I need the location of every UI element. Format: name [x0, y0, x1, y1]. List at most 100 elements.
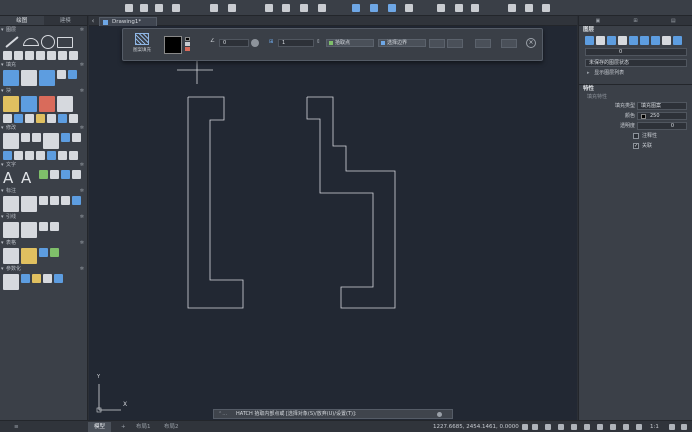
transparency-icon[interactable]	[251, 39, 259, 47]
edit-block-icon[interactable]	[39, 96, 55, 112]
gear-icon[interactable]: ✲	[80, 239, 84, 247]
recreate-boundary-button[interactable]	[447, 39, 463, 48]
collect-leader-icon[interactable]	[50, 222, 59, 231]
block-tool-icon[interactable]	[25, 114, 34, 123]
properties-icon[interactable]	[508, 4, 516, 12]
pattern-swap-icon[interactable]	[185, 47, 190, 51]
undo-icon[interactable]	[210, 4, 218, 12]
document-menu-icon[interactable]: ‹	[89, 17, 97, 25]
pick-points-button[interactable]: 拾取点	[326, 39, 374, 47]
section-header[interactable]: 图层 ✲	[0, 26, 87, 34]
select-boundary-button[interactable]: 选择边界	[378, 39, 426, 47]
line-icon[interactable]	[5, 36, 19, 48]
save-icon[interactable]	[155, 4, 163, 12]
scale-icon[interactable]	[72, 133, 81, 142]
workspace-icon[interactable]	[669, 424, 675, 430]
layer-tool-icon[interactable]	[662, 36, 671, 45]
hatch-options-button[interactable]	[475, 39, 491, 48]
attribute-icon[interactable]	[57, 96, 73, 112]
block-tool-icon[interactable]	[69, 114, 78, 123]
gear-icon[interactable]: ✲	[80, 87, 84, 95]
layer-tool-icon[interactable]	[607, 36, 616, 45]
section-header[interactable]: 填充 ✲	[0, 61, 87, 69]
otrack-icon[interactable]	[597, 424, 603, 430]
polar-icon[interactable]	[571, 424, 577, 430]
snap-icon[interactable]	[545, 424, 551, 430]
baseline-dimension-icon[interactable]	[61, 196, 70, 205]
dimension-style-icon[interactable]	[72, 196, 81, 205]
associative-checkbox[interactable]: ✓	[633, 143, 639, 149]
scale-spinner-icon[interactable]: ⇕	[316, 39, 321, 45]
redo-icon[interactable]	[228, 4, 236, 12]
circle-icon[interactable]	[41, 35, 55, 49]
multileader-icon[interactable]	[3, 222, 19, 238]
radius-dimension-icon[interactable]	[39, 196, 48, 205]
insert-block-icon[interactable]	[3, 96, 19, 112]
polygon-icon[interactable]	[36, 51, 45, 60]
checkbox-row-associative[interactable]: ✓ 关联	[579, 142, 692, 152]
tab-modeling[interactable]: 建模	[44, 16, 88, 25]
align-leader-icon[interactable]	[39, 222, 48, 231]
add-leader-icon[interactable]	[21, 222, 37, 238]
sheet-icon[interactable]	[352, 4, 360, 12]
transparency-toggle-icon[interactable]	[623, 424, 629, 430]
section-header[interactable]: 修改 ✲	[0, 124, 87, 132]
move-icon[interactable]	[3, 133, 19, 149]
dwf-icon[interactable]	[388, 4, 396, 12]
trim-icon[interactable]	[43, 133, 59, 149]
open-file-icon[interactable]	[140, 4, 148, 12]
new-file-icon[interactable]	[125, 4, 133, 12]
section-header[interactable]: 引线 ✲	[0, 213, 87, 221]
table-style-icon[interactable]	[21, 248, 37, 264]
layer-tool-icon[interactable]	[651, 36, 660, 45]
gear-icon[interactable]: ✲	[80, 26, 84, 34]
arc-icon[interactable]	[3, 51, 12, 60]
multiline-text-icon[interactable]: A	[3, 170, 19, 186]
gear-icon[interactable]: ✲	[80, 187, 84, 195]
aligned-dimension-icon[interactable]	[21, 196, 37, 212]
text-scale-icon[interactable]	[72, 170, 81, 179]
block-tool-icon[interactable]	[14, 114, 23, 123]
ortho-icon[interactable]	[558, 424, 564, 430]
wipeout-icon[interactable]	[68, 70, 77, 79]
print-icon[interactable]	[282, 4, 290, 12]
rectangle-icon[interactable]	[57, 37, 73, 48]
block-tool-icon[interactable]	[36, 114, 45, 123]
remove-boundary-button[interactable]	[429, 39, 445, 48]
angle-field[interactable]: 0	[219, 39, 249, 47]
gear-icon[interactable]: ✲	[80, 161, 84, 169]
polyline-icon[interactable]	[23, 38, 39, 46]
boundary-icon[interactable]	[39, 70, 55, 86]
copy-icon[interactable]	[21, 133, 30, 142]
layer-tool-icon[interactable]	[629, 36, 638, 45]
section-header[interactable]: 参数化 ✲	[0, 265, 87, 273]
table-icon[interactable]	[3, 248, 19, 264]
osnap-icon[interactable]	[584, 424, 590, 430]
constraint-icon[interactable]	[54, 274, 63, 283]
save-as-icon[interactable]	[172, 4, 180, 12]
hatch-properties-group[interactable]: 填充特性	[579, 93, 692, 102]
menu-icon[interactable]: ≡	[8, 422, 25, 432]
tab-draw[interactable]: 绘图	[0, 16, 44, 25]
mirror-icon[interactable]	[61, 133, 70, 142]
geometric-constraint-icon[interactable]	[3, 274, 19, 290]
section-header[interactable]: 标注 ✲	[0, 187, 87, 195]
grid-icon[interactable]	[532, 424, 538, 430]
pan-icon[interactable]	[455, 4, 463, 12]
gear-icon[interactable]: ✲	[80, 265, 84, 273]
orbit-icon[interactable]	[471, 4, 479, 12]
spell-check-icon[interactable]	[50, 170, 59, 179]
constraint-icon[interactable]	[43, 274, 52, 283]
extract-data-icon[interactable]	[50, 248, 59, 257]
construction-line-icon[interactable]	[58, 51, 67, 60]
share-icon[interactable]	[405, 4, 413, 12]
lock-icon[interactable]	[32, 274, 41, 283]
layer-icon[interactable]	[542, 4, 550, 12]
stretch-icon[interactable]	[58, 151, 67, 160]
point-icon[interactable]	[47, 51, 56, 60]
ray-icon[interactable]	[69, 51, 78, 60]
layer-properties-icon[interactable]	[585, 36, 594, 45]
close-icon[interactable]: ×	[526, 38, 536, 48]
fillet-icon[interactable]	[25, 151, 34, 160]
annotative-checkbox[interactable]	[633, 133, 639, 139]
